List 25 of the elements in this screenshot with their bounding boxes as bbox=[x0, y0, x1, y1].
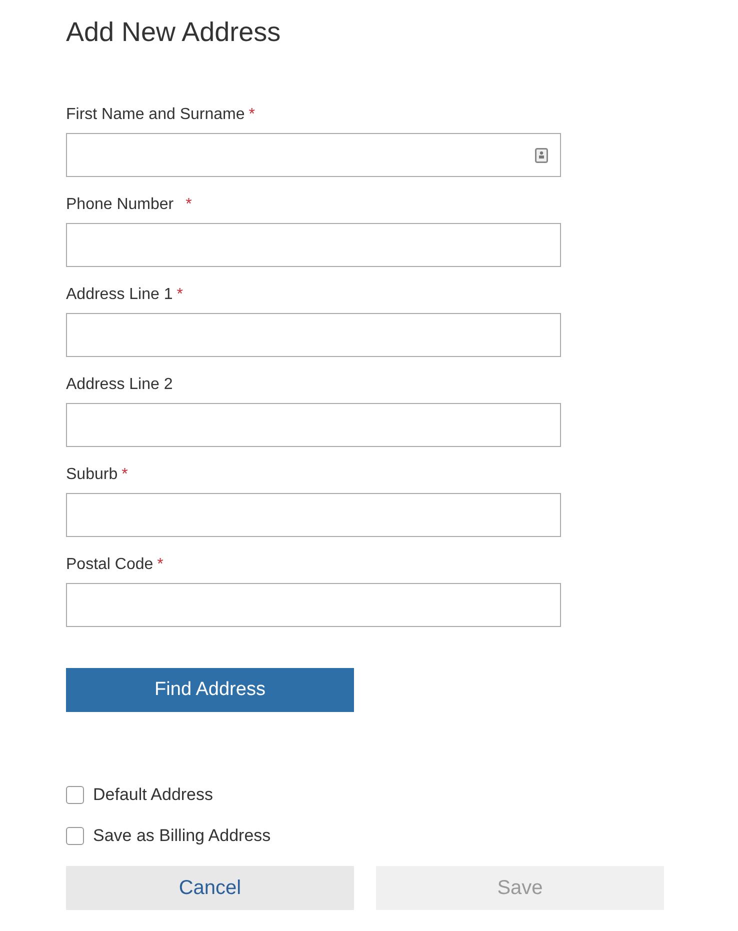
required-mark: * bbox=[157, 555, 164, 575]
required-mark: * bbox=[186, 195, 192, 215]
checkbox-label: Save as Billing Address bbox=[93, 825, 271, 846]
input-field[interactable] bbox=[66, 223, 561, 267]
required-mark: * bbox=[176, 285, 183, 305]
input-field[interactable] bbox=[66, 583, 561, 627]
input-field[interactable] bbox=[66, 313, 561, 357]
input-field[interactable] bbox=[66, 133, 561, 177]
input-field[interactable] bbox=[66, 403, 561, 447]
page-title: Add New Address bbox=[66, 16, 282, 49]
input-field[interactable] bbox=[66, 493, 561, 537]
field-label: First Name and Surname bbox=[66, 105, 245, 125]
checkbox-label: Default Address bbox=[93, 784, 214, 805]
find-address-button[interactable]: Find Address bbox=[66, 668, 354, 712]
field-label: Suburb bbox=[66, 465, 118, 485]
checkbox[interactable] bbox=[66, 786, 84, 804]
action-button[interactable]: Cancel bbox=[66, 866, 354, 910]
field-label: Address Line 2 bbox=[66, 375, 173, 395]
checkbox[interactable] bbox=[66, 826, 84, 844]
required-mark: * bbox=[122, 465, 128, 485]
field-label: Address Line 1 bbox=[66, 285, 173, 305]
contact-card-icon[interactable] bbox=[535, 148, 548, 162]
field-label: Phone Number bbox=[66, 195, 174, 215]
required-mark: * bbox=[248, 105, 255, 125]
field-label: Postal Code bbox=[66, 555, 154, 575]
